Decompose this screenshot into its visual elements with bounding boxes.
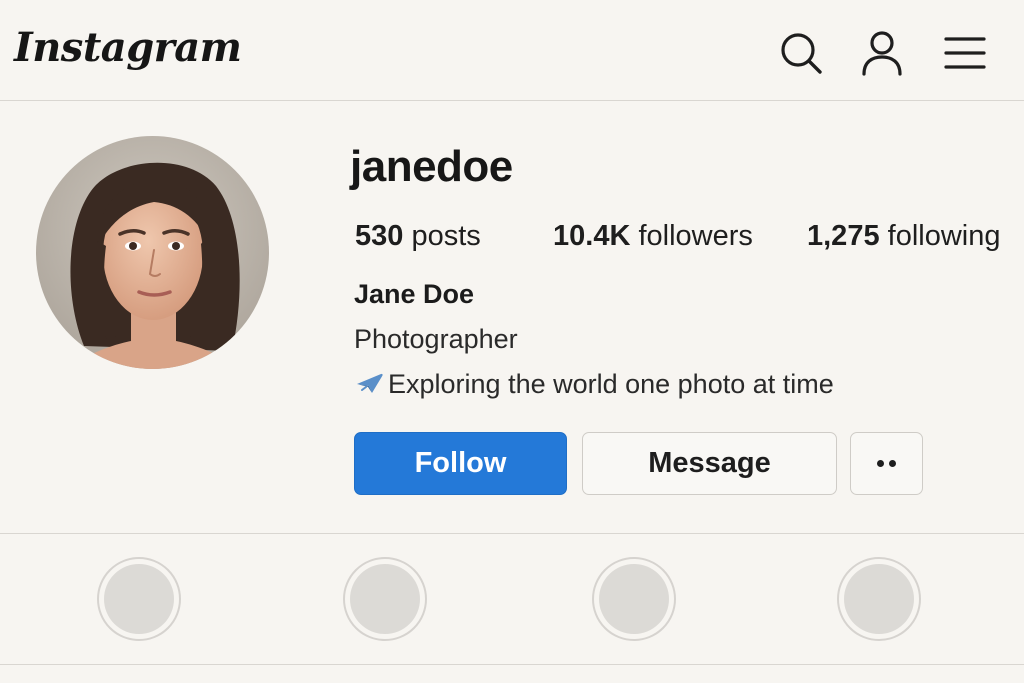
follow-button[interactable]: Follow	[354, 432, 567, 495]
instagram-logo[interactable]: Instagram	[14, 24, 242, 71]
posts-label: posts	[411, 220, 481, 252]
stat-following[interactable]: 1,275 following	[807, 220, 1000, 253]
following-count: 1,275	[807, 220, 880, 252]
more-options-button[interactable]	[850, 432, 923, 495]
highlight-cover	[350, 564, 420, 634]
bio-text: Exploring the world one photo at time	[388, 369, 834, 399]
highlight-cover	[599, 564, 669, 634]
highlight-cover	[104, 564, 174, 634]
message-button[interactable]: Message	[582, 432, 837, 495]
more-dots-icon-dot	[889, 460, 896, 467]
followers-label: followers	[638, 220, 753, 252]
airplane-icon	[354, 370, 384, 396]
profile-bio: Exploring the world one photo at time	[354, 369, 834, 400]
menu-icon[interactable]	[942, 30, 988, 76]
profile-icon[interactable]	[859, 30, 905, 76]
search-icon[interactable]	[778, 30, 824, 76]
profile-avatar[interactable]	[36, 136, 269, 369]
profile-stats: 530 posts 10.4K followers 1,275 followin…	[355, 220, 1024, 260]
story-highlight-1[interactable]	[97, 557, 181, 641]
bottom-divider	[0, 664, 1024, 665]
section-divider	[0, 533, 1024, 534]
more-dots-icon	[877, 460, 884, 467]
highlight-cover	[844, 564, 914, 634]
story-highlight-3[interactable]	[592, 557, 676, 641]
story-highlight-2[interactable]	[343, 557, 427, 641]
profile-category: Photographer	[354, 324, 518, 354]
profile-display-name: Jane Doe	[354, 279, 475, 309]
top-navigation-bar: Instagram	[0, 0, 1024, 101]
posts-count: 530	[355, 220, 404, 252]
following-label: following	[887, 220, 1001, 252]
stat-followers[interactable]: 10.4K followers	[553, 220, 753, 253]
followers-count: 10.4K	[553, 220, 631, 252]
story-highlight-4[interactable]	[837, 557, 921, 641]
profile-username: janedoe	[350, 142, 513, 191]
stat-posts[interactable]: 530 posts	[355, 220, 481, 253]
